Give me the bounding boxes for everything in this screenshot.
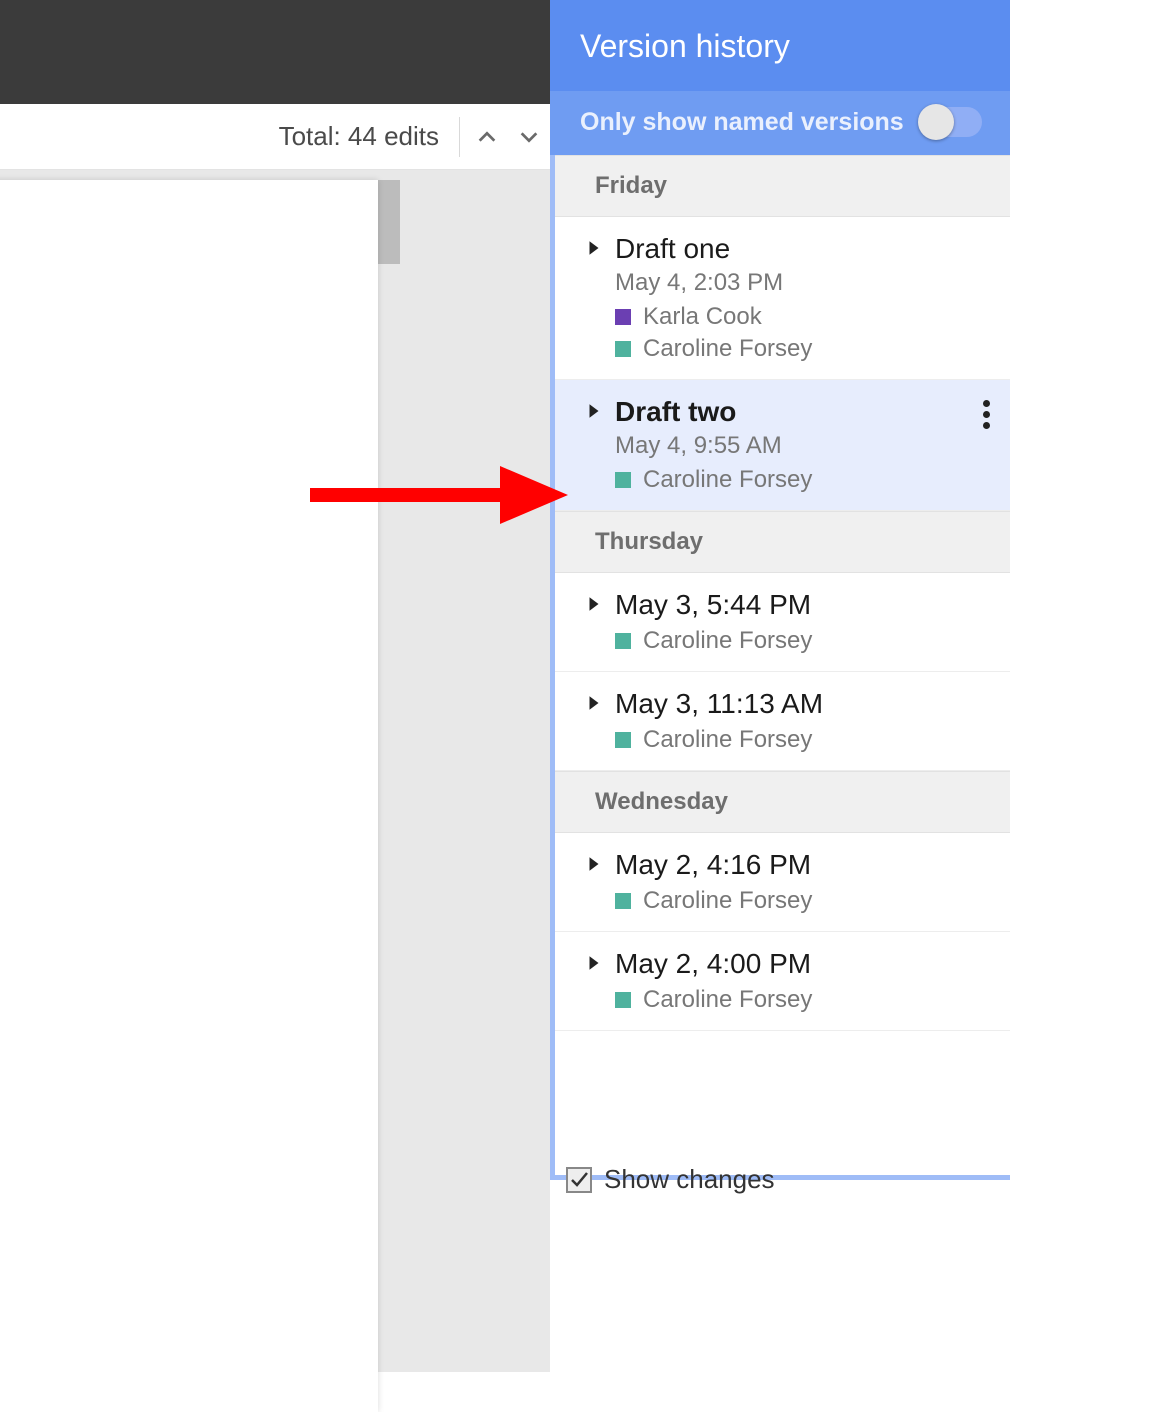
editor-name: Caroline Forsey xyxy=(643,726,812,754)
editor-row: Caroline Forsey xyxy=(615,986,990,1014)
edit-count-bar: Total: 44 edits xyxy=(0,104,550,170)
editor-name: Caroline Forsey xyxy=(643,986,812,1014)
editor-color-swatch xyxy=(615,732,631,748)
version-history-panel: Version history Only show named versions… xyxy=(550,0,1010,1180)
document-content: rsonality Test oreau uncover layers rd!)… xyxy=(0,445,355,1216)
caret-right-icon[interactable] xyxy=(587,402,601,425)
top-app-bar xyxy=(0,0,550,104)
next-edit-button[interactable] xyxy=(508,116,550,158)
version-item[interactable]: May 2, 4:00 PM Caroline Forsey xyxy=(555,932,1010,1031)
document-canvas: rsonality Test oreau uncover layers rd!)… xyxy=(0,170,550,1372)
editor-color-swatch xyxy=(615,472,631,488)
editor-color-swatch xyxy=(615,992,631,1008)
body-text: based insight xyxy=(0,951,355,996)
version-date: May 4, 2:03 PM xyxy=(615,269,990,297)
body-text: questions. xyxy=(0,866,355,911)
version-history-title: Version history xyxy=(550,0,1010,91)
version-history-list[interactable]: Friday Draft one May 4, 2:03 PM Karla Cook C… xyxy=(550,155,1010,1180)
caret-right-icon[interactable] xyxy=(587,855,601,878)
editor-name: Caroline Forsey xyxy=(643,466,812,494)
editor-row: Caroline Forsey xyxy=(615,466,990,494)
version-item[interactable]: May 3, 5:44 PM Caroline Forsey xyxy=(555,573,1010,672)
editor-name: Karla Cook xyxy=(643,303,762,331)
version-more-menu[interactable] xyxy=(983,400,990,429)
body-text: ple whose xyxy=(0,1126,355,1171)
only-named-versions-row: Only show named versions xyxy=(550,91,1010,155)
chevron-down-icon xyxy=(518,126,540,148)
version-date: May 2, 4:16 PM xyxy=(615,849,811,881)
editor-color-swatch xyxy=(615,893,631,909)
prev-edit-button[interactable] xyxy=(466,116,508,158)
body-text: paths. Some xyxy=(0,821,355,866)
body-text: t. xyxy=(0,996,355,1041)
editor-name: Caroline Forsey xyxy=(643,887,812,915)
version-date: May 3, 11:13 AM xyxy=(615,688,823,720)
separator xyxy=(459,117,460,157)
version-name: Draft two xyxy=(615,396,736,428)
editor-row: Karla Cook xyxy=(615,303,990,331)
version-item[interactable]: Draft one May 4, 2:03 PM Karla Cook Carolin… xyxy=(555,217,1010,380)
editor-row: Caroline Forsey xyxy=(615,627,990,655)
scrollbar-track[interactable] xyxy=(378,180,400,264)
body-text: some label you xyxy=(0,776,355,821)
day-header: Wednesday xyxy=(555,771,1010,833)
editor-name: Caroline Forsey xyxy=(643,335,812,363)
total-edits-label: Total: 44 edits xyxy=(279,121,439,152)
caret-right-icon[interactable] xyxy=(587,239,601,262)
body-text: ou make xyxy=(0,1081,355,1126)
toggle-knob xyxy=(918,104,954,140)
body-text: uncover layers xyxy=(0,646,355,691)
body-text: rd!). xyxy=(0,691,355,736)
editor-row: Caroline Forsey xyxy=(615,887,990,915)
editor-name: Caroline Forsey xyxy=(643,627,812,655)
caret-right-icon[interactable] xyxy=(587,954,601,977)
day-header: Friday xyxy=(555,155,1010,217)
version-item[interactable]: Draft two May 4, 9:55 AM Caroline Forsey xyxy=(555,380,1010,511)
checkmark-icon xyxy=(569,1170,589,1190)
version-date: May 3, 5:44 PM xyxy=(615,589,811,621)
version-item[interactable]: May 3, 11:13 AM Caroline Forsey xyxy=(555,672,1010,771)
show-changes-checkbox[interactable] xyxy=(566,1167,592,1193)
chevron-up-icon xyxy=(476,126,498,148)
editor-color-swatch xyxy=(615,341,631,357)
editor-color-swatch xyxy=(615,633,631,649)
version-date: May 4, 9:55 AM xyxy=(615,432,990,460)
version-name: Draft one xyxy=(615,233,730,265)
caret-right-icon[interactable] xyxy=(587,595,601,618)
version-date: May 2, 4:00 PM xyxy=(615,948,811,980)
editor-color-swatch xyxy=(615,309,631,325)
day-header: Thursday xyxy=(555,511,1010,573)
editor-row: Caroline Forsey xyxy=(615,335,990,363)
show-changes-row[interactable]: Show changes xyxy=(556,1150,785,1209)
editor-row: Caroline Forsey xyxy=(615,726,990,754)
body-text: on is xyxy=(0,1171,355,1216)
caret-right-icon[interactable] xyxy=(587,694,601,717)
version-item[interactable]: May 2, 4:16 PM Caroline Forsey xyxy=(555,833,1010,932)
document-page[interactable]: rsonality Test oreau uncover layers rd!)… xyxy=(0,180,378,1412)
only-named-versions-toggle[interactable] xyxy=(920,107,982,137)
only-named-versions-label: Only show named versions xyxy=(580,108,904,137)
show-changes-label: Show changes xyxy=(604,1164,775,1195)
